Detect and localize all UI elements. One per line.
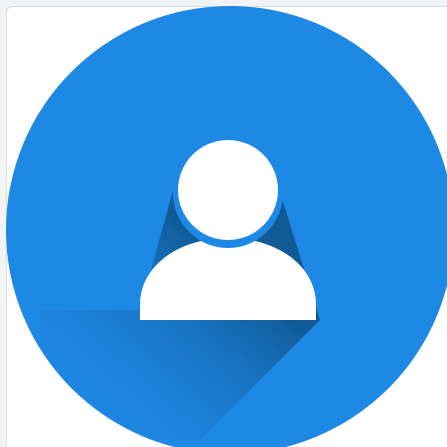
- person-head: [178, 140, 278, 240]
- user-profile-icon[interactable]: [0, 0, 447, 447]
